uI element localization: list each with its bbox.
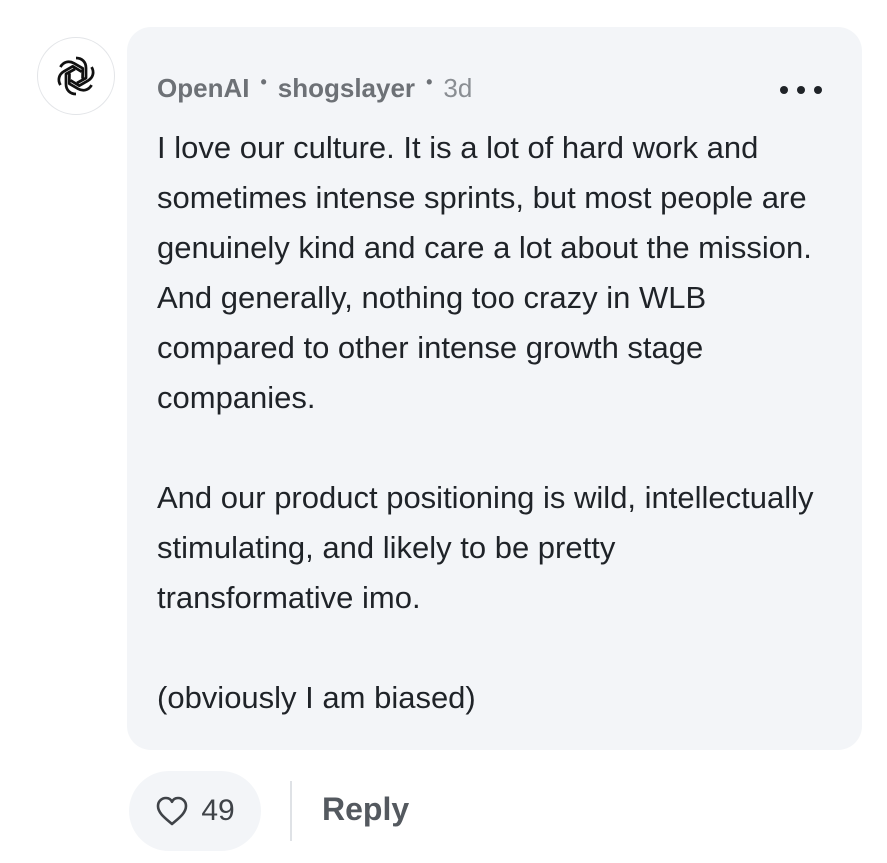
like-button[interactable]: 49: [129, 771, 261, 851]
reply-button[interactable]: Reply: [322, 791, 409, 828]
more-horizontal-icon-dot: [814, 86, 822, 94]
comment-paragraph: And our product positioning is wild, int…: [157, 480, 814, 615]
meta-separator: •: [260, 72, 267, 92]
more-horizontal-icon-dot: [797, 86, 805, 94]
avatar[interactable]: [37, 37, 115, 115]
more-horizontal-icon: [780, 86, 788, 94]
action-divider: [290, 781, 292, 841]
author-name[interactable]: shogslayer: [278, 73, 415, 104]
more-options-button[interactable]: [780, 77, 822, 103]
meta-separator: •: [426, 72, 433, 92]
comment-paragraph: I love our culture. It is a lot of hard …: [157, 130, 812, 415]
comment-paragraph: (obviously I am biased): [157, 680, 476, 715]
heart-outline-icon: [157, 796, 188, 826]
like-count: 49: [201, 794, 235, 827]
comment-bubble: OpenAI • shogslayer • 3d I love our cult…: [127, 27, 862, 750]
company-name[interactable]: OpenAI: [157, 73, 249, 104]
comment-body: I love our culture. It is a lot of hard …: [157, 123, 817, 723]
openai-logo-icon: [57, 56, 95, 96]
comment-meta: OpenAI • shogslayer • 3d: [157, 72, 473, 104]
post-age: 3d: [443, 73, 473, 103]
